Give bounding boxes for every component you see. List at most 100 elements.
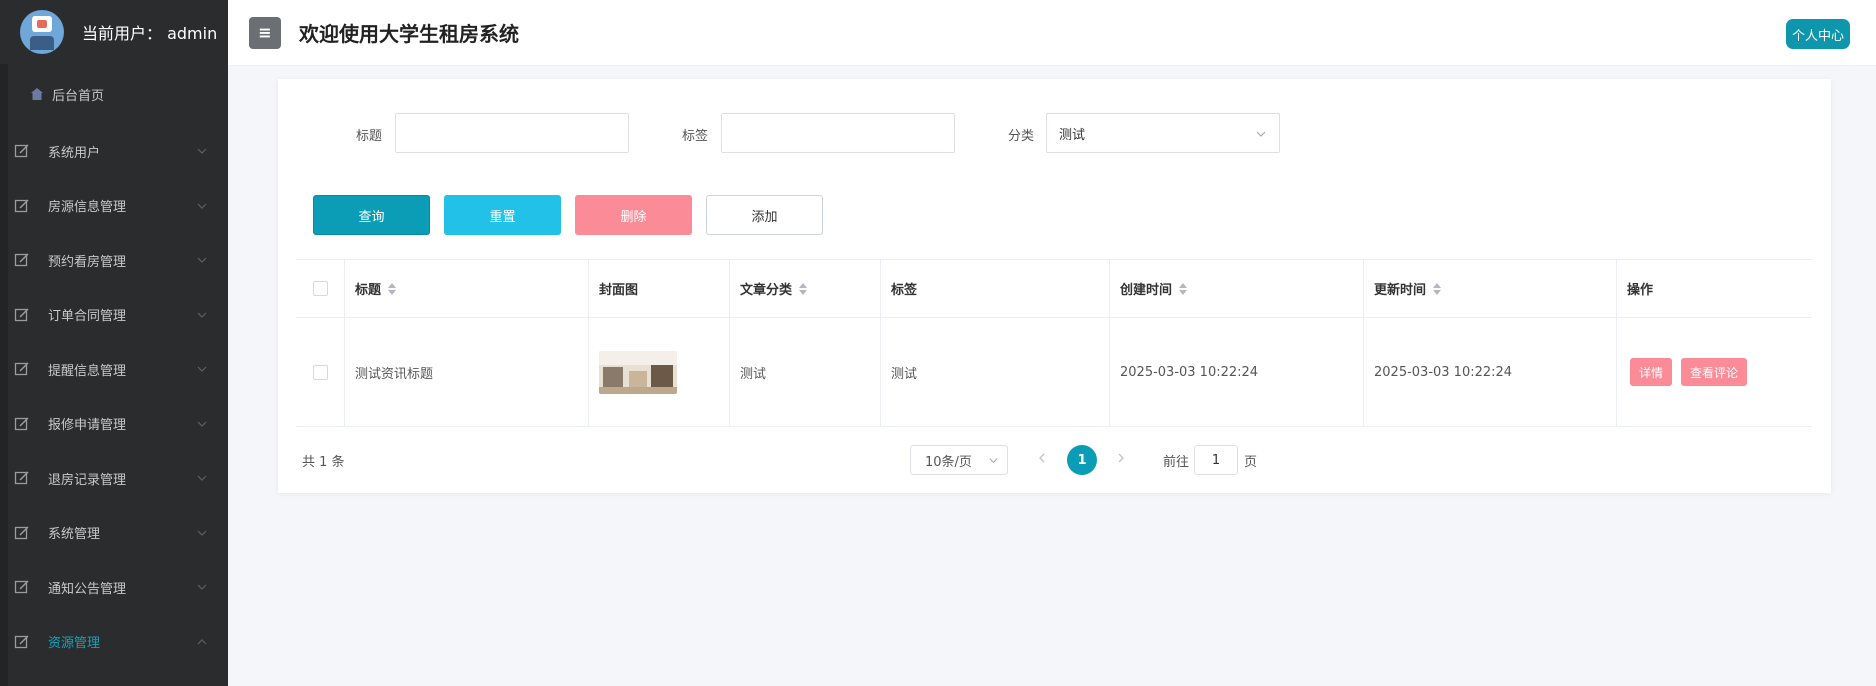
column-created[interactable]: 创建时间 <box>1110 260 1364 317</box>
column-operations: 操作 <box>1627 283 1654 298</box>
sort-icon[interactable] <box>1178 282 1188 296</box>
column-updated[interactable]: 更新时间 <box>1364 260 1617 317</box>
chevron-down-icon <box>197 475 207 482</box>
table-row: 测试资讯标题 测试 测试 2025-03-03 10:22:24 2025-03… <box>296 318 1812 427</box>
current-user-label: 当前用户： admin <box>82 24 218 43</box>
title-input[interactable] <box>395 113 629 153</box>
tag-filter-label: 标签 <box>682 129 709 144</box>
chevron-down-icon <box>197 421 207 427</box>
header-checkbox-cell <box>296 260 345 317</box>
chevron-right-icon[interactable] <box>1115 451 1127 465</box>
sidebar-item-label: 报修申请管理 <box>48 418 127 434</box>
pagination-total: 共 1 条 <box>302 455 345 470</box>
cover-image[interactable] <box>599 350 677 394</box>
chevron-down-icon <box>197 312 207 318</box>
chevron-up-icon <box>197 638 207 645</box>
cell-operations: 详情 查看评论 <box>1617 318 1812 426</box>
row-checkbox-cell <box>296 318 345 426</box>
reset-button[interactable]: 重置 <box>444 195 561 235</box>
chevron-down-icon <box>197 203 207 209</box>
sidebar-item-checkout[interactable]: 退房记录管理 <box>0 451 228 506</box>
edit-icon <box>14 199 29 212</box>
action-buttons: 查询 重置 删除 添加 <box>313 195 823 235</box>
sidebar-item-system[interactable]: 系统管理 <box>0 506 228 561</box>
page-number-current[interactable]: 1 <box>1067 445 1097 475</box>
sidebar-item-label: 系统用户 <box>48 145 101 161</box>
edit-icon <box>14 471 29 485</box>
edit-icon <box>14 362 29 376</box>
sidebar-item-label: 通知公告管理 <box>48 581 127 597</box>
top-bar: ≡ 欢迎使用大学生租房系统 个人中心 <box>228 0 1876 66</box>
sidebar-item-label: 预约看房管理 <box>48 254 127 270</box>
chevron-down-icon <box>197 584 207 591</box>
edit-icon <box>14 417 29 430</box>
category-filter-label: 分类 <box>1008 129 1035 144</box>
edit-icon <box>14 144 29 158</box>
cell-updated: 2025-03-03 10:22:24 <box>1364 318 1617 426</box>
sidebar-item-system-users[interactable]: 系统用户 <box>0 124 228 179</box>
home-icon <box>31 88 43 100</box>
sidebar-item-home-label: 后台首页 <box>52 88 105 104</box>
chevron-down-icon <box>1256 131 1266 137</box>
edit-icon <box>14 526 29 539</box>
cell-cover <box>589 318 730 426</box>
goto-label: 前往 <box>1163 455 1190 470</box>
main-panel: 标题 标签 分类 测试 查询 重置 删除 添加 标题 封面图 文章分类 标签 创… <box>278 79 1831 493</box>
cell-created: 2025-03-03 10:22:24 <box>1110 318 1364 426</box>
add-button[interactable]: 添加 <box>706 195 823 235</box>
edit-icon <box>14 308 29 321</box>
goto-page-input[interactable]: 1 <box>1194 445 1238 475</box>
category-select[interactable]: 测试 <box>1046 113 1280 153</box>
sidebar-item-reminders[interactable]: 提醒信息管理 <box>0 342 228 397</box>
sort-icon[interactable] <box>1432 282 1442 296</box>
sidebar-item-label: 房源信息管理 <box>48 200 127 216</box>
sidebar-item-viewing[interactable]: 预约看房管理 <box>0 233 228 288</box>
page-title: 欢迎使用大学生租房系统 <box>299 22 519 46</box>
chevron-down-icon <box>989 458 998 464</box>
sidebar-header: 当前用户： admin <box>0 0 228 64</box>
sidebar-item-label: 提醒信息管理 <box>48 363 127 379</box>
sidebar-item-housing[interactable]: 房源信息管理 <box>0 179 228 234</box>
chevron-down-icon <box>197 366 207 373</box>
profile-button[interactable]: 个人中心 <box>1785 19 1850 49</box>
row-checkbox[interactable] <box>312 364 328 380</box>
resource-table: 标题 封面图 文章分类 标签 创建时间 更新时间 操作 测试资讯标题 测试 测试… <box>296 259 1812 427</box>
column-cover: 封面图 <box>589 260 730 317</box>
sidebar: 当前用户： admin 后台首页 系统用户 房源信息管理 预约看房管理 订单合同… <box>0 0 228 686</box>
tag-input[interactable] <box>721 113 955 153</box>
column-tag: 标签 <box>881 260 1110 317</box>
search-button[interactable]: 查询 <box>313 195 430 235</box>
sidebar-item-contracts[interactable]: 订单合同管理 <box>0 288 228 343</box>
menu-toggle-button[interactable]: ≡ <box>249 16 281 49</box>
avatar[interactable] <box>20 10 64 54</box>
cell-title: 测试资讯标题 <box>345 318 589 426</box>
page-size-select[interactable]: 10条/页 <box>910 445 1008 475</box>
chevron-down-icon <box>197 148 207 155</box>
sidebar-item-label: 订单合同管理 <box>48 309 127 325</box>
select-all-checkbox[interactable] <box>312 281 328 296</box>
page-size-value: 10条/页 <box>925 454 972 470</box>
view-comments-button[interactable]: 查看评论 <box>1681 358 1748 386</box>
cell-tag: 测试 <box>881 318 1110 426</box>
sidebar-item-repairs[interactable]: 报修申请管理 <box>0 397 228 452</box>
chevron-left-icon[interactable] <box>1036 451 1048 465</box>
detail-button[interactable]: 详情 <box>1630 358 1673 386</box>
sort-icon[interactable] <box>387 282 397 296</box>
sidebar-item-label: 系统管理 <box>48 527 101 543</box>
sidebar-item-label: 资源管理 <box>48 636 101 652</box>
sort-icon[interactable] <box>798 282 808 296</box>
chevron-down-icon <box>197 257 207 264</box>
table-header: 标题 封面图 文章分类 标签 创建时间 更新时间 操作 <box>296 260 1812 318</box>
title-filter-label: 标题 <box>356 129 383 144</box>
column-title[interactable]: 标题 <box>345 260 589 317</box>
filter-bar: 标题 标签 分类 测试 <box>278 113 1831 153</box>
category-select-value: 测试 <box>1059 127 1086 143</box>
delete-button[interactable]: 删除 <box>575 195 692 235</box>
sidebar-item-resources[interactable]: 资源管理 <box>0 615 228 670</box>
goto-unit-label: 页 <box>1244 455 1258 470</box>
sidebar-item-home[interactable]: 后台首页 <box>0 64 228 124</box>
edit-icon <box>14 253 29 267</box>
column-category[interactable]: 文章分类 <box>730 260 881 317</box>
sidebar-item-notices[interactable]: 通知公告管理 <box>0 560 228 615</box>
edit-icon <box>14 635 29 648</box>
